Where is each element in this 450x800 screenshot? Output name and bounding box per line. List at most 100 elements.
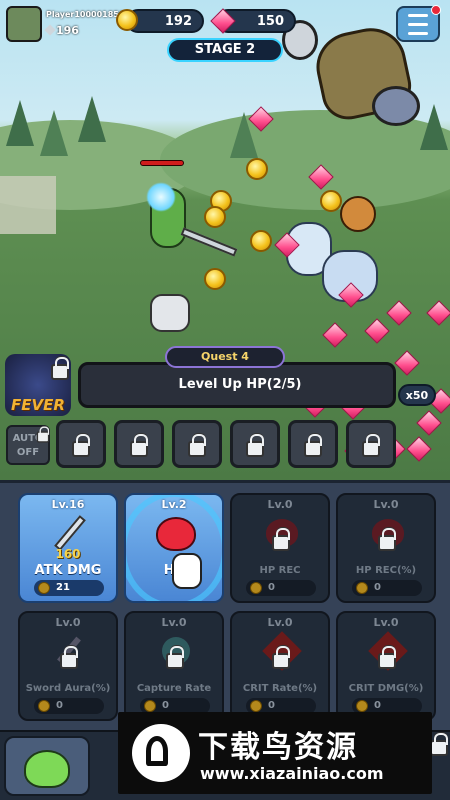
watermark-title: 下载鸟资源 — [198, 730, 358, 765]
coin-icon — [38, 582, 50, 594]
lock-icon — [36, 426, 50, 443]
ally-robot — [150, 294, 190, 332]
upgrade-level: Lv.16 — [51, 498, 85, 511]
gold-coin-drop — [250, 230, 272, 252]
upgrade-cost: 0 — [352, 580, 422, 596]
distant-figure — [0, 176, 56, 234]
fever-button[interactable]: FEVER — [5, 354, 71, 416]
skill-slot[interactable] — [288, 420, 338, 468]
upgrade-card-hp-rec-pct[interactable]: Lv.0 HP REC(%) 0 — [336, 493, 436, 603]
upgrade-name: CRIT Rate(%) — [242, 683, 318, 694]
gem-drop — [416, 410, 442, 436]
skill-slot[interactable] — [172, 420, 222, 468]
watermark-banner: 下载鸟资源 www.xiazainiao.com — [118, 712, 432, 794]
avatar[interactable] — [6, 6, 42, 42]
upgrade-cost: 21 — [34, 580, 104, 596]
lock-icon — [166, 646, 184, 669]
upgrade-cost-value: 0 — [374, 582, 381, 593]
lock-icon — [272, 528, 290, 551]
menu-icon — [408, 14, 428, 17]
gem-drop — [322, 322, 348, 348]
gem-drop — [394, 350, 420, 376]
tree — [40, 110, 68, 156]
boss-shield — [372, 86, 420, 126]
upgrade-level: Lv.0 — [55, 616, 81, 629]
player-power: 196 — [56, 24, 79, 37]
quest-title: Quest 4 — [165, 346, 285, 368]
gem-drop-count-label: x50 — [405, 388, 429, 402]
lock-icon — [304, 434, 322, 457]
pointer-hand-icon — [172, 553, 202, 589]
bird-logo-icon — [132, 724, 190, 782]
upgrade-cost-value: 0 — [268, 700, 275, 711]
lock-icon — [130, 434, 148, 457]
upgrade-name: ATK DMG — [34, 563, 102, 578]
skill-slot[interactable] — [114, 420, 164, 468]
notification-dot — [431, 5, 441, 15]
coin-icon — [250, 582, 262, 594]
lock-icon — [246, 434, 264, 457]
lock-icon — [378, 528, 396, 551]
upgrade-name: Capture Rate — [136, 683, 212, 694]
skill-slot[interactable] — [230, 420, 280, 468]
stage-indicator: STAGE 2 — [167, 38, 283, 62]
auto-toggle[interactable]: AUTO OFF — [6, 425, 50, 465]
upgrade-cost-value: 0 — [374, 700, 381, 711]
upgrade-level: Lv.0 — [161, 616, 187, 629]
upgrade-card-atk-dmg[interactable]: Lv.16 160 ATK DMG 21 — [18, 493, 118, 603]
lock-icon — [378, 646, 396, 669]
quest-description: Level Up HP(2/5) — [178, 377, 302, 392]
tutorial-highlight — [126, 495, 222, 601]
menu-icon — [408, 32, 428, 35]
upgrade-level: Lv.0 — [267, 498, 293, 511]
lock-icon — [430, 733, 448, 756]
skill-slot[interactable] — [346, 420, 396, 468]
upgrade-level: Lv.0 — [373, 616, 399, 629]
auto-state: OFF — [16, 447, 40, 458]
fever-label: FEVER — [11, 396, 65, 414]
enemy-goblin — [340, 196, 376, 232]
lock-icon — [362, 434, 380, 457]
lock-icon — [51, 357, 69, 380]
gold-coin-drop — [320, 190, 342, 212]
hero-health-bar — [140, 160, 184, 166]
upgrade-level: Lv.0 — [267, 616, 293, 629]
upgrade-card-crit-dmg[interactable]: Lv.0 CRIT DMG(%) 0 — [336, 611, 436, 721]
upgrade-name: HP REC(%) — [355, 565, 417, 576]
gold-coin-drop — [204, 268, 226, 290]
hill — [160, 110, 450, 210]
lock-icon — [272, 646, 290, 669]
slime-icon — [24, 750, 70, 788]
upgrade-level: Lv.0 — [373, 498, 399, 511]
upgrade-card-hp-rec[interactable]: Lv.0 HP REC 0 — [230, 493, 330, 603]
gem-amount: 150 — [256, 13, 284, 29]
lock-icon — [60, 646, 78, 669]
upgrade-panel: Lv.16 160 ATK DMG 21 Lv.2 HP Lv.0 HP REC… — [0, 480, 450, 730]
skill-slot[interactable] — [56, 420, 106, 468]
menu-icon — [408, 23, 428, 26]
upgrade-bonus: 160 — [55, 547, 81, 561]
menu-button[interactable] — [396, 5, 441, 42]
watermark-url: www.xiazainiao.com — [200, 764, 384, 783]
sword-icon — [180, 227, 238, 257]
gem-drop — [364, 318, 390, 344]
coin-icon — [250, 700, 262, 712]
tab-character[interactable] — [4, 736, 90, 796]
upgrade-cost-value: 21 — [56, 582, 70, 593]
upgrade-name: CRIT DMG(%) — [348, 683, 424, 694]
upgrade-card-hp[interactable]: Lv.2 HP — [124, 493, 224, 603]
quest-panel[interactable]: Level Up HP(2/5) — [78, 362, 396, 408]
game-screen: Player100001850 196 192 150 STAGE 2 FEVE… — [0, 0, 450, 800]
upgrade-cost-value: 0 — [162, 700, 169, 711]
upgrade-card-crit-rate[interactable]: Lv.0 CRIT Rate(%) 0 — [230, 611, 330, 721]
upgrade-name: HP REC — [259, 565, 301, 576]
upgrade-card-capture-rate[interactable]: Lv.0 Capture Rate 0 — [124, 611, 224, 721]
gem-drop — [386, 300, 412, 326]
tree — [420, 104, 448, 150]
upgrade-cost-value: 0 — [56, 700, 63, 711]
upgrade-cost-value: 0 — [268, 582, 275, 593]
coin-icon — [38, 700, 50, 712]
upgrade-card-sword-aura[interactable]: Lv.0 Sword Aura(%) 0 — [18, 611, 118, 721]
gold-coin-drop — [204, 206, 226, 228]
hero-shield-orb — [146, 182, 176, 212]
